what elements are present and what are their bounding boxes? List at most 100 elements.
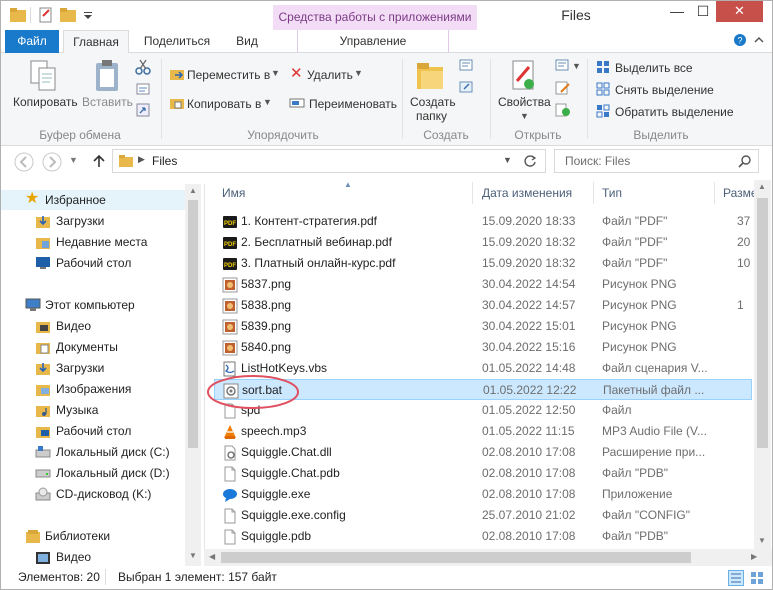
search-input[interactable]: Поиск: Files (554, 149, 759, 173)
table-row[interactable]: PDF 3. Платный онлайн-курс.pdf 15.09.2020 … (214, 253, 752, 274)
select-none-button[interactable]: Снять выделение (615, 83, 714, 97)
nav-item-libraries[interactable]: Библиотеки (1, 526, 185, 546)
nav-item-cd[interactable]: CD-дисковод (K:) (1, 484, 185, 504)
table-row[interactable]: Squiggle.Chat.pdb 02.08.2010 17:08 Файл "P… (214, 463, 752, 484)
copy-button[interactable]: Копировать (13, 95, 78, 109)
table-row[interactable]: Squiggle.exe.config 25.07.2010 21:02 Файл … (214, 505, 752, 526)
scroll-up-icon[interactable]: ▲ (758, 182, 766, 191)
chevron-up-icon[interactable] (753, 34, 765, 46)
open-icon[interactable] (555, 59, 571, 73)
nav-item-desktop[interactable]: Рабочий стол (1, 253, 185, 273)
file-type: Расширение при... (602, 445, 706, 459)
file-date: 02.08.2010 17:08 (482, 445, 576, 459)
forward-icon[interactable] (42, 152, 62, 172)
paste-shortcut-icon[interactable] (135, 102, 151, 118)
table-row[interactable]: PDF 1. Контент-стратегия.pdf 15.09.2020 18… (214, 211, 752, 232)
nav-item-disk-c[interactable]: Локальный диск (C:) (1, 442, 185, 462)
nav-item-recent[interactable]: Недавние места (1, 232, 185, 252)
nav-item-disk-d[interactable]: Локальный диск (D:) (1, 463, 185, 483)
nav-item-favorites[interactable]: ★ Избранное (1, 190, 185, 210)
scroll-down-icon[interactable]: ▼ (758, 536, 766, 545)
tab-home[interactable]: Главная (63, 30, 129, 54)
nav-label: Недавние места (56, 235, 148, 249)
invert-selection-button[interactable]: Обратить выделение (615, 105, 734, 119)
file-name: 2. Бесплатный вебинар.pdf (241, 235, 392, 249)
nav-item-lib-video[interactable]: Видео (1, 547, 185, 567)
column-header-size[interactable]: Разме (723, 186, 758, 200)
new-folder-button-line2[interactable]: папку (416, 109, 447, 123)
scroll-up-icon[interactable]: ▲ (189, 186, 197, 195)
nav-item-documents[interactable]: Документы (1, 337, 185, 357)
nav-scrollbar[interactable]: ▲ ▼ (185, 184, 201, 566)
scroll-thumb[interactable] (221, 552, 691, 563)
properties-button[interactable]: Свойства (498, 95, 551, 109)
horizontal-scrollbar[interactable]: ◀ ▶ (204, 549, 772, 566)
nav-item-downloads2[interactable]: Загрузки (1, 358, 185, 378)
easy-access-icon[interactable] (459, 81, 475, 95)
help-icon[interactable]: ? (733, 33, 747, 47)
new-folder-quick-icon[interactable] (59, 6, 77, 24)
breadcrumb[interactable]: Files (152, 154, 177, 168)
maximize-button[interactable]: ☐ (690, 1, 716, 22)
edit-icon[interactable] (555, 81, 571, 95)
recent-locations-icon[interactable]: ▼ (69, 155, 78, 165)
column-header-type[interactable]: Тип (602, 186, 622, 200)
large-icons-view-icon[interactable] (749, 570, 765, 586)
table-row[interactable]: 5837.png 30.04.2022 14:54 Рисунок PNG (214, 274, 752, 295)
cut-icon[interactable] (135, 59, 151, 75)
scroll-thumb[interactable] (757, 198, 768, 448)
file-name: Squiggle.exe.config (241, 508, 346, 522)
table-row[interactable]: Squiggle.exe 02.08.2010 17:08 Приложение (214, 484, 752, 505)
list-scrollbar[interactable]: ▲ ▼ (754, 180, 771, 549)
select-all-button[interactable]: Выделить все (615, 61, 693, 75)
delete-button[interactable]: Удалить (307, 68, 353, 82)
details-view-icon[interactable] (728, 570, 744, 586)
move-to-button[interactable]: Переместить в (187, 68, 270, 82)
scroll-right-icon[interactable]: ▶ (751, 552, 757, 561)
nav-item-pictures[interactable]: Изображения (1, 379, 185, 399)
new-item-icon[interactable] (459, 59, 475, 73)
chevron-right-icon[interactable]: ▶ (138, 154, 145, 165)
up-arrow-icon[interactable] (92, 154, 106, 168)
copy-to-button[interactable]: Копировать в (187, 97, 261, 111)
paste-button[interactable]: Вставить (82, 95, 133, 109)
nav-item-desktop2[interactable]: Рабочий стол (1, 421, 185, 441)
table-row[interactable]: 5840.png 30.04.2022 15:16 Рисунок PNG (214, 337, 752, 358)
column-header-date[interactable]: Дата изменения (482, 186, 572, 200)
properties-quick-icon[interactable] (37, 6, 55, 24)
tab-share[interactable]: Поделиться (134, 30, 220, 53)
column-header-name[interactable]: Имя (222, 186, 245, 200)
customize-toolbar-icon[interactable] (79, 6, 97, 24)
nav-item-video[interactable]: Видео (1, 316, 185, 336)
divider (587, 59, 588, 139)
table-row[interactable]: Squiggle.Chat.dll 02.08.2010 17:08 Расшире… (214, 442, 752, 463)
table-row[interactable]: 5838.png 30.04.2022 14:57 Рисунок PNG 1 (214, 295, 752, 316)
tab-manage[interactable]: Управление (297, 30, 449, 53)
search-icon[interactable] (738, 154, 752, 168)
chevron-down-icon[interactable]: ▼ (503, 155, 512, 165)
close-button[interactable]: ✕ (716, 1, 763, 22)
history-icon[interactable] (555, 103, 571, 117)
table-row[interactable]: Squiggle.pdb 02.08.2010 17:08 Файл "PDB" (214, 526, 752, 547)
copy-path-icon[interactable] (135, 81, 151, 97)
back-icon[interactable] (14, 152, 34, 172)
table-row[interactable]: speech.mp3 01.05.2022 11:15 MP3 Audio File… (214, 421, 752, 442)
tab-view[interactable]: Вид (223, 30, 271, 53)
window-title: Files (561, 7, 591, 23)
scroll-thumb[interactable] (188, 200, 198, 448)
nav-item-downloads[interactable]: Загрузки (1, 211, 185, 231)
tab-file[interactable]: Файл (5, 30, 59, 53)
nav-item-music[interactable]: Музыка (1, 400, 185, 420)
new-folder-button-line1[interactable]: Создать (410, 95, 456, 109)
scroll-left-icon[interactable]: ◀ (209, 552, 215, 561)
address-bar[interactable]: ▶ Files ▼ (112, 149, 546, 173)
minimize-button[interactable]: — (664, 1, 690, 22)
file-type: Файл "PDB" (602, 466, 669, 480)
scroll-down-icon[interactable]: ▼ (189, 551, 197, 560)
nav-item-computer[interactable]: Этот компьютер (1, 295, 185, 315)
table-row[interactable]: 5839.png 30.04.2022 15:01 Рисунок PNG (214, 316, 752, 337)
rename-button[interactable]: Переименовать (309, 97, 397, 111)
table-row[interactable]: PDF 2. Бесплатный вебинар.pdf 15.09.2020 1… (214, 232, 752, 253)
title-bar: Средства работы с приложениями Files — ☐… (1, 1, 772, 31)
refresh-icon[interactable] (523, 154, 537, 168)
